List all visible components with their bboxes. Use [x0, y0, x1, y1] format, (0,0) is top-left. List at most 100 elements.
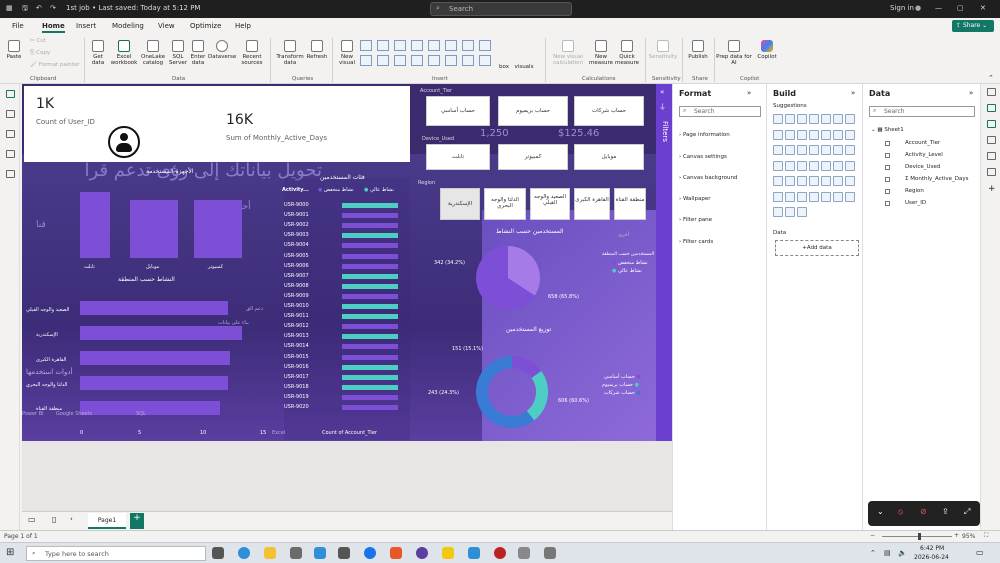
save-icon[interactable]: 🖫: [22, 4, 28, 15]
network-icon[interactable]: ▤: [884, 549, 891, 557]
zoom-in-icon[interactable]: +: [954, 532, 959, 539]
sensitivity-button[interactable]: Sensitivity: [648, 40, 678, 60]
collapse-data-icon[interactable]: »: [969, 89, 973, 97]
visual-gallery[interactable]: [360, 40, 496, 70]
account-tier-donut-chart[interactable]: [474, 354, 550, 430]
build-pane-icon[interactable]: [987, 120, 996, 128]
menu-file[interactable]: File: [12, 22, 24, 30]
donut-slice[interactable]: [476, 356, 535, 428]
new-visual-button[interactable]: New visual: [336, 40, 358, 66]
collapse-ribbon-icon[interactable]: ⌃: [988, 74, 994, 82]
collapse-format-icon[interactable]: »: [747, 89, 751, 97]
visual-type-icon[interactable]: [821, 129, 831, 140]
visual-type-icon[interactable]: [821, 160, 831, 171]
data-search-input[interactable]: ⌕ Search: [869, 106, 975, 117]
field-checkbox[interactable]: [885, 153, 890, 158]
visual-type-icon[interactable]: [845, 114, 855, 124]
new-measure-button[interactable]: New measure: [588, 40, 614, 66]
visual-type-icon[interactable]: [833, 191, 843, 202]
user-bar[interactable]: [342, 334, 398, 340]
visual-type-icon[interactable]: [809, 129, 819, 140]
add-pane-icon[interactable]: +: [988, 184, 996, 194]
gallery-visual-icon[interactable]: [360, 40, 372, 51]
visual-type-icon[interactable]: [833, 176, 843, 187]
filter-pane-icon[interactable]: [987, 136, 996, 144]
selection-icon[interactable]: [987, 168, 996, 176]
slicer-option-canal[interactable]: منطقة القناة: [614, 188, 646, 220]
user-bar[interactable]: [342, 253, 398, 259]
prev-page-icon[interactable]: ‹: [70, 515, 73, 523]
visual-type-icon[interactable]: [797, 176, 807, 187]
fit-page-icon[interactable]: ⛶: [984, 532, 988, 540]
field-item[interactable]: Region: [885, 188, 924, 194]
visual-type-icon[interactable]: [821, 114, 831, 124]
gallery-visual-icon[interactable]: [411, 55, 423, 66]
excel-workbook-button[interactable]: Excel workbook: [110, 40, 138, 66]
visual-type-icon[interactable]: [809, 176, 819, 187]
brave-icon[interactable]: [390, 547, 402, 559]
user-bar[interactable]: [342, 314, 398, 320]
visual-type-icon[interactable]: [773, 207, 783, 218]
user-bar[interactable]: [342, 233, 398, 239]
avatar[interactable]: ●: [915, 4, 921, 12]
redo-icon[interactable]: ↷: [50, 4, 56, 12]
recent-sources-button[interactable]: Recent sources: [238, 40, 266, 66]
visual-type-icon[interactable]: [833, 160, 843, 171]
sign-in-link[interactable]: Sign in: [890, 4, 914, 12]
donut-slice[interactable]: [511, 355, 542, 379]
gallery-visual-icon[interactable]: [428, 55, 440, 66]
visual-type-icon[interactable]: [773, 176, 783, 187]
visual-type-icon[interactable]: [773, 145, 783, 156]
user-bar[interactable]: [342, 304, 398, 309]
table-sheet1[interactable]: ⌄ ▦ Sheet1: [871, 127, 904, 133]
format-search-input[interactable]: ⌕ Search: [679, 106, 761, 117]
visual-type-icon[interactable]: [797, 129, 807, 140]
visual-type-icon[interactable]: [821, 191, 831, 202]
share-button[interactable]: ⇪ Share ⌄: [952, 20, 994, 32]
share-screen-icon[interactable]: ⇪: [942, 507, 949, 516]
user-bar[interactable]: [342, 354, 398, 360]
tmdl-view-icon[interactable]: [6, 170, 15, 178]
slicer-option-premium[interactable]: حساب بريميوم: [498, 96, 568, 126]
visual-type-icon[interactable]: [833, 145, 843, 156]
copy-button[interactable]: ⎘ Copy: [30, 50, 50, 56]
visual-type-icon[interactable]: [833, 129, 843, 140]
add-page-button[interactable]: +: [130, 513, 144, 529]
menu-home[interactable]: Home: [42, 22, 65, 33]
user-bar[interactable]: [342, 364, 398, 370]
region-bar[interactable]: [80, 376, 228, 390]
user-bar[interactable]: [342, 324, 398, 330]
store-icon[interactable]: [290, 547, 302, 559]
format-painter-button[interactable]: 🖌 Format painter: [30, 62, 80, 68]
menu-view[interactable]: View: [158, 22, 175, 30]
gallery-visual-icon[interactable]: [462, 40, 474, 51]
user-bar[interactable]: [342, 213, 398, 219]
chevron-down-icon[interactable]: ⌄: [877, 507, 884, 516]
visual-type-icon[interactable]: [821, 176, 831, 187]
region-bar[interactable]: [80, 326, 242, 340]
visual-type-icon[interactable]: [809, 191, 819, 202]
notifications-icon[interactable]: ▭: [976, 548, 984, 557]
sql-server-button[interactable]: SQL Server: [168, 40, 188, 66]
app-icon-5[interactable]: [518, 547, 530, 559]
visual-type-icon[interactable]: [809, 160, 819, 171]
minimize-icon[interactable]: —: [935, 4, 942, 12]
visual-type-icon[interactable]: [797, 114, 807, 124]
slicer-option-business[interactable]: حساب شركات: [574, 96, 644, 126]
visual-type-icon[interactable]: [809, 114, 819, 124]
menu-help[interactable]: Help: [235, 22, 251, 30]
dataverse-button[interactable]: Dataverse: [208, 40, 236, 60]
report-canvas[interactable]: تحويل بياناتك إلى رؤى تدعم قرا أحلل بيا …: [22, 84, 656, 441]
region-bar[interactable]: [80, 301, 228, 315]
slicer-option-basic[interactable]: حساب أساسي: [426, 96, 490, 126]
gallery-visual-icon[interactable]: [377, 40, 389, 51]
format-canvas-background[interactable]: › Canvas background: [679, 175, 737, 181]
visual-type-icon[interactable]: [845, 129, 855, 140]
data-pane-icon[interactable]: [987, 88, 996, 96]
gallery-visual-icon[interactable]: [377, 55, 389, 66]
gallery-visual-icon[interactable]: [479, 55, 491, 66]
format-canvas-settings[interactable]: › Canvas settings: [679, 154, 727, 160]
visual-type-icon[interactable]: [773, 114, 783, 124]
get-data-button[interactable]: Get data: [88, 40, 108, 66]
field-item[interactable]: Device_Used: [885, 164, 940, 170]
